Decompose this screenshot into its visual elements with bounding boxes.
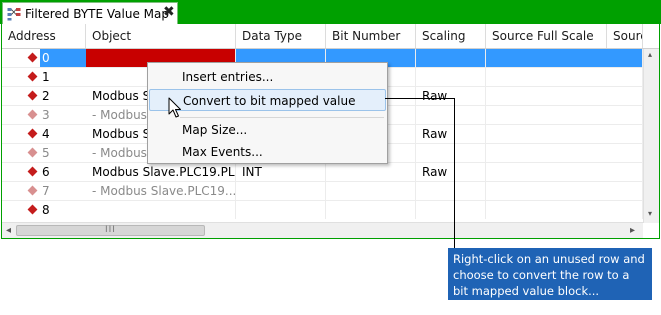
table-row[interactable]: 8 [2, 201, 643, 222]
scaling-cell[interactable]: Raw [416, 87, 486, 105]
scroll-up-icon[interactable]: ▴ [648, 50, 652, 59]
source-full-scale-cell[interactable] [486, 49, 643, 67]
column-header-data-type[interactable]: Data Type [236, 24, 326, 48]
column-header-source[interactable]: Source [607, 24, 643, 48]
menu-item-convert-to-bit-mapped-value[interactable]: Convert to bit mapped value [149, 89, 386, 111]
data-type-cell[interactable]: INT [236, 163, 326, 181]
object-cell[interactable]: - Modbus Slave.PLC19... [86, 182, 236, 200]
source-full-scale-cell[interactable] [486, 87, 643, 105]
source-full-scale-cell[interactable] [486, 125, 643, 143]
tab-strip: Filtered BYTE Value Map ✖ [0, 0, 661, 24]
scroll-right-icon[interactable]: ▸ [630, 225, 635, 236]
callout-leader-line [454, 98, 455, 248]
address-cell: 5 [42, 146, 50, 160]
map-entry-icon [27, 166, 38, 177]
scaling-cell[interactable] [416, 182, 486, 200]
source-full-scale-cell[interactable] [486, 144, 643, 162]
column-header-source-full-scale[interactable]: Source Full Scale [486, 24, 607, 48]
object-cell[interactable] [86, 201, 236, 219]
source-full-scale-cell[interactable] [486, 163, 643, 181]
callout-annotation: Right-click on an unused row and choose … [448, 248, 652, 300]
source-full-scale-cell[interactable] [486, 106, 643, 124]
scroll-down-icon[interactable]: ▾ [648, 209, 652, 218]
scaling-cell[interactable] [416, 106, 486, 124]
table-row[interactable]: 7 - Modbus Slave.PLC19... [2, 182, 643, 201]
column-header-address[interactable]: Address [2, 24, 86, 48]
close-icon[interactable]: ✖ [163, 4, 175, 20]
column-header-bit-number[interactable]: Bit Number [326, 24, 416, 48]
column-header-object[interactable]: Object [86, 24, 236, 48]
context-menu: Insert entries... Convert to bit mapped … [147, 62, 388, 164]
table-row[interactable]: 6 Modbus Slave.PLC19.PL... INT Raw [2, 163, 643, 182]
address-cell: 7 [42, 184, 50, 198]
data-type-cell[interactable] [236, 201, 326, 219]
horizontal-scrollbar[interactable]: ◂ III ▸ [2, 222, 643, 238]
source-full-scale-cell[interactable] [486, 201, 643, 219]
address-cell: 8 [42, 203, 50, 217]
mouse-pointer-icon [168, 97, 181, 118]
tab-title: Filtered BYTE Value Map [25, 7, 169, 21]
menu-item-map-size[interactable]: Map Size... [149, 119, 386, 141]
object-cell[interactable]: Modbus Slave.PLC19.PL... [86, 163, 236, 181]
vertical-scrollbar[interactable]: ▴ ▾ [643, 49, 659, 223]
address-cell: 3 [42, 108, 50, 122]
source-full-scale-cell[interactable] [486, 182, 643, 200]
source-full-scale-cell[interactable] [486, 68, 643, 86]
callout-leader-line [385, 98, 455, 99]
scaling-cell[interactable] [416, 68, 486, 86]
bit-number-cell[interactable] [326, 182, 416, 200]
address-cell: 6 [42, 165, 50, 179]
map-entry-icon [27, 204, 38, 215]
menu-item-max-events[interactable]: Max Events... [149, 141, 386, 163]
address-cell: 2 [42, 89, 50, 103]
address-cell: 0 [40, 49, 86, 67]
map-entry-icon [27, 185, 38, 196]
map-entry-icon [27, 52, 38, 63]
scroll-left-icon[interactable]: ◂ [6, 225, 11, 236]
map-entry-icon [27, 147, 38, 158]
scaling-cell[interactable]: Raw [416, 163, 486, 181]
menu-item-insert-entries[interactable]: Insert entries... [149, 66, 386, 88]
map-entry-icon [27, 128, 38, 139]
scaling-cell[interactable] [416, 201, 486, 219]
map-entry-icon [27, 90, 38, 101]
map-entry-icon [27, 71, 38, 82]
value-map-icon [7, 8, 21, 21]
address-cell: 1 [42, 70, 50, 84]
scroll-grip-icon: III [105, 225, 116, 235]
address-cell: 4 [42, 127, 50, 141]
menu-separator [180, 117, 384, 118]
map-entry-icon [27, 109, 38, 120]
scaling-cell[interactable] [416, 144, 486, 162]
data-type-cell[interactable] [236, 182, 326, 200]
scaling-cell[interactable]: Raw [416, 125, 486, 143]
bit-number-cell[interactable] [326, 163, 416, 181]
horizontal-scroll-thumb[interactable]: III [16, 225, 205, 236]
column-header-scaling[interactable]: Scaling [416, 24, 486, 48]
tab-filtered-byte-value-map[interactable]: Filtered BYTE Value Map ✖ [2, 2, 178, 24]
scaling-cell[interactable] [416, 49, 486, 67]
bit-number-cell[interactable] [326, 201, 416, 219]
